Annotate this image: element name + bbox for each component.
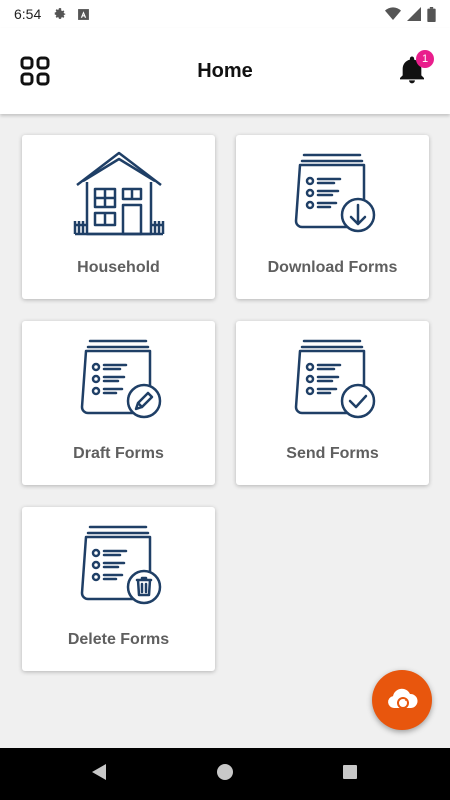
form-delete-icon <box>80 525 161 605</box>
card-send-forms[interactable]: Send Forms <box>236 321 429 485</box>
cloud-sync-button[interactable] <box>372 670 432 730</box>
recents-icon[interactable] <box>341 762 359 782</box>
notification-badge: 1 <box>416 50 434 68</box>
back-icon[interactable] <box>90 762 108 782</box>
status-bar: 6:54 <box>0 0 450 28</box>
card-delete-forms-label: Delete Forms <box>67 631 170 648</box>
settings-icon <box>55 8 66 19</box>
system-nav-bar <box>0 748 450 800</box>
form-check-icon <box>294 339 375 419</box>
card-delete-forms[interactable]: Delete Forms <box>22 507 215 671</box>
card-draft-forms-label: Draft Forms <box>73 445 164 462</box>
grid-menu-icon[interactable] <box>20 56 50 86</box>
card-download-forms-label: Download Forms <box>267 259 398 276</box>
page-title: Home <box>197 59 253 82</box>
home-icon[interactable] <box>216 762 234 782</box>
card-household[interactable]: Household <box>22 135 215 299</box>
a-box-icon <box>78 8 90 20</box>
card-draft-forms[interactable]: Draft Forms <box>22 321 215 485</box>
card-send-forms-label: Send Forms <box>286 445 379 462</box>
form-edit-icon <box>80 339 161 419</box>
app-bar: Home 1 <box>0 28 450 114</box>
card-download-forms[interactable]: Download Forms <box>236 135 429 299</box>
form-download-icon <box>294 153 375 233</box>
battery-icon <box>427 6 436 22</box>
signal-icon <box>407 7 421 21</box>
card-household-label: Household <box>77 259 160 276</box>
house-icon <box>73 151 164 236</box>
status-time: 6:54 <box>14 6 42 22</box>
cloud-sync-icon <box>388 688 418 709</box>
wifi-icon <box>385 7 401 20</box>
